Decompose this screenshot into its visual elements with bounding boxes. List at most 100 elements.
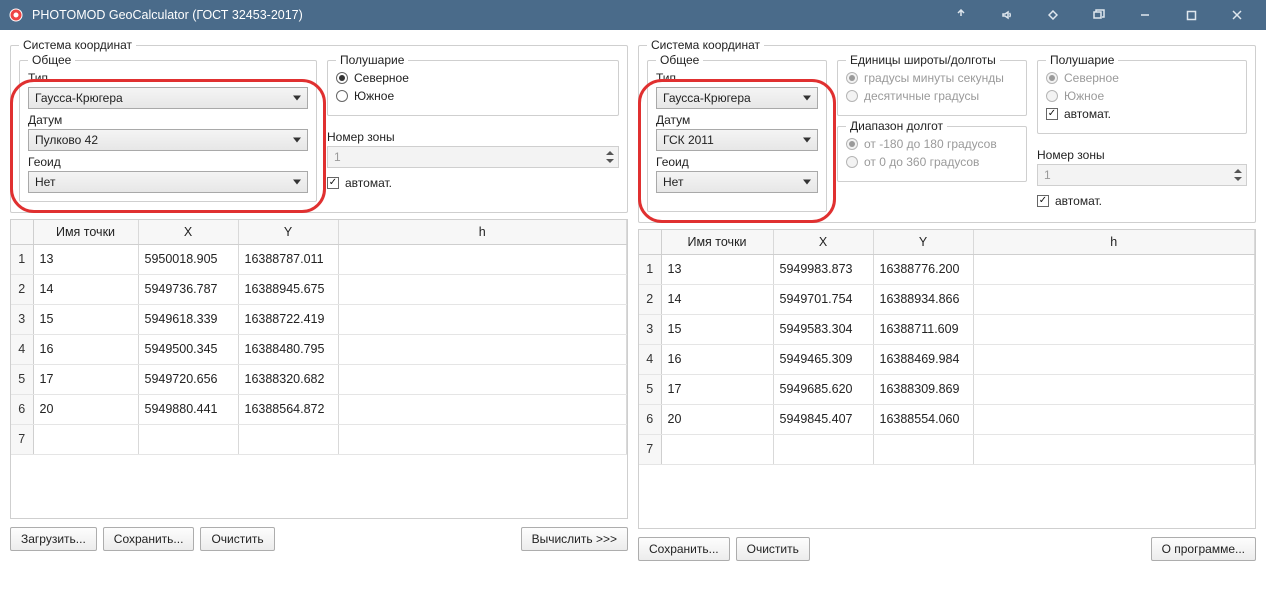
table-row[interactable]: 6205949845.40716388554.060	[639, 404, 1255, 434]
right-col-y[interactable]: Y	[873, 230, 973, 254]
table-cell[interactable]: 5950018.905	[138, 244, 238, 274]
left-col-y[interactable]: Y	[238, 220, 338, 244]
table-cell[interactable]	[33, 424, 138, 454]
table-cell[interactable]	[338, 424, 627, 454]
left-save-button[interactable]: Сохранить...	[103, 527, 195, 551]
table-cell[interactable]: 20	[661, 404, 773, 434]
table-cell[interactable]: 16388776.200	[873, 254, 973, 284]
left-geoid-select[interactable]: Нет	[28, 171, 308, 193]
table-cell[interactable]: 5949500.345	[138, 334, 238, 364]
table-cell[interactable]	[661, 434, 773, 464]
table-cell[interactable]: 14	[661, 284, 773, 314]
left-col-name[interactable]: Имя точки	[33, 220, 138, 244]
table-cell[interactable]: 16388934.866	[873, 284, 973, 314]
row-header[interactable]: 1	[639, 254, 661, 284]
table-cell[interactable]: 16388309.869	[873, 374, 973, 404]
table-cell[interactable]: 5949983.873	[773, 254, 873, 284]
titlebar-cascade-icon[interactable]	[1076, 0, 1122, 30]
table-cell[interactable]: 16388469.984	[873, 344, 973, 374]
right-table[interactable]: Имя точки X Y h 1135949983.87316388776.2…	[638, 229, 1256, 529]
table-cell[interactable]: 16388480.795	[238, 334, 338, 364]
right-col-name[interactable]: Имя точки	[661, 230, 773, 254]
right-type-select[interactable]: Гаусса-Крюгера	[656, 87, 818, 109]
right-col-x[interactable]: X	[773, 230, 873, 254]
table-cell[interactable]: 20	[33, 394, 138, 424]
table-cell[interactable]	[338, 274, 627, 304]
table-cell[interactable]: 16388787.011	[238, 244, 338, 274]
left-datum-select[interactable]: Пулково 42	[28, 129, 308, 151]
table-cell[interactable]: 5949685.620	[773, 374, 873, 404]
close-button[interactable]	[1214, 0, 1260, 30]
left-zone-auto-check[interactable]: автомат.	[327, 176, 619, 190]
left-col-h[interactable]: h	[338, 220, 627, 244]
table-row[interactable]: 2145949701.75416388934.866	[639, 284, 1255, 314]
row-header[interactable]: 4	[11, 334, 33, 364]
table-cell[interactable]: 16388711.609	[873, 314, 973, 344]
table-cell[interactable]	[873, 434, 973, 464]
table-cell[interactable]	[238, 424, 338, 454]
table-cell[interactable]: 16388564.872	[238, 394, 338, 424]
table-cell[interactable]: 5949720.656	[138, 364, 238, 394]
table-cell[interactable]: 16388320.682	[238, 364, 338, 394]
row-header[interactable]: 2	[639, 284, 661, 314]
left-table[interactable]: Имя точки X Y h 1135950018.90516388787.0…	[10, 219, 628, 519]
table-cell[interactable]: 15	[33, 304, 138, 334]
table-row[interactable]: 1135949983.87316388776.200	[639, 254, 1255, 284]
row-header[interactable]: 6	[11, 394, 33, 424]
table-row[interactable]: 3155949618.33916388722.419	[11, 304, 627, 334]
table-cell[interactable]: 5949465.309	[773, 344, 873, 374]
row-header[interactable]: 2	[11, 274, 33, 304]
table-cell[interactable]: 16388554.060	[873, 404, 973, 434]
right-clear-button[interactable]: Очистить	[736, 537, 810, 561]
table-row[interactable]: 5175949720.65616388320.682	[11, 364, 627, 394]
table-cell[interactable]	[338, 364, 627, 394]
table-cell[interactable]	[338, 244, 627, 274]
table-cell[interactable]: 13	[661, 254, 773, 284]
table-row[interactable]: 6205949880.44116388564.872	[11, 394, 627, 424]
row-header[interactable]: 7	[11, 424, 33, 454]
left-load-button[interactable]: Загрузить...	[10, 527, 97, 551]
table-row[interactable]: 2145949736.78716388945.675	[11, 274, 627, 304]
table-cell[interactable]	[773, 434, 873, 464]
right-hemi-auto-check[interactable]: автомат.	[1046, 107, 1238, 121]
table-cell[interactable]: 5949736.787	[138, 274, 238, 304]
table-row[interactable]: 4165949465.30916388469.984	[639, 344, 1255, 374]
table-cell[interactable]: 16	[33, 334, 138, 364]
row-header[interactable]: 3	[639, 314, 661, 344]
table-row[interactable]: 7	[11, 424, 627, 454]
table-cell[interactable]	[973, 314, 1255, 344]
left-hemi-north-radio[interactable]: Северное	[336, 71, 610, 85]
titlebar-pin-icon[interactable]	[938, 0, 984, 30]
table-cell[interactable]: 16388945.675	[238, 274, 338, 304]
left-hemi-south-radio[interactable]: Южное	[336, 89, 610, 103]
left-clear-button[interactable]: Очистить	[200, 527, 274, 551]
table-row[interactable]: 1135950018.90516388787.011	[11, 244, 627, 274]
left-type-select[interactable]: Гаусса-Крюгера	[28, 87, 308, 109]
table-cell[interactable]: 16388722.419	[238, 304, 338, 334]
table-cell[interactable]: 5949618.339	[138, 304, 238, 334]
maximize-button[interactable]	[1168, 0, 1214, 30]
titlebar-diamond-icon[interactable]	[1030, 0, 1076, 30]
row-header[interactable]: 5	[11, 364, 33, 394]
table-cell[interactable]: 17	[33, 364, 138, 394]
row-header[interactable]: 6	[639, 404, 661, 434]
table-cell[interactable]	[338, 334, 627, 364]
table-row[interactable]: 4165949500.34516388480.795	[11, 334, 627, 364]
left-zone-spin[interactable]: 1	[327, 146, 619, 168]
table-cell[interactable]: 14	[33, 274, 138, 304]
table-cell[interactable]: 15	[661, 314, 773, 344]
table-cell[interactable]	[973, 344, 1255, 374]
table-cell[interactable]: 5949583.304	[773, 314, 873, 344]
table-cell[interactable]	[973, 254, 1255, 284]
table-cell[interactable]: 16	[661, 344, 773, 374]
table-row[interactable]: 5175949685.62016388309.869	[639, 374, 1255, 404]
table-cell[interactable]: 5949701.754	[773, 284, 873, 314]
titlebar-sound-icon[interactable]	[984, 0, 1030, 30]
right-col-h[interactable]: h	[973, 230, 1255, 254]
compute-button[interactable]: Вычислить >>>	[521, 527, 628, 551]
row-header[interactable]: 7	[639, 434, 661, 464]
about-button[interactable]: О программе...	[1151, 537, 1256, 561]
right-geoid-select[interactable]: Нет	[656, 171, 818, 193]
right-datum-select[interactable]: ГСК 2011	[656, 129, 818, 151]
table-cell[interactable]	[973, 374, 1255, 404]
